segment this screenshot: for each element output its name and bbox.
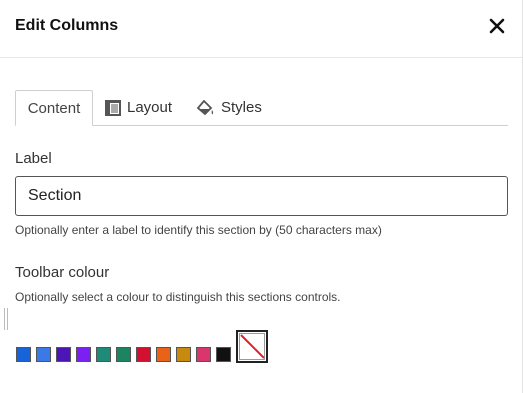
- colour-swatch[interactable]: [156, 347, 171, 362]
- colour-swatch[interactable]: [76, 347, 91, 362]
- no-colour-swatch[interactable]: [236, 330, 268, 363]
- close-button[interactable]: [486, 15, 508, 37]
- colour-swatch[interactable]: [196, 347, 211, 362]
- colour-swatch[interactable]: [56, 347, 71, 362]
- paint-bucket-icon: [197, 99, 215, 116]
- tab-styles-label: Styles: [221, 99, 262, 116]
- colour-swatch[interactable]: [176, 347, 191, 362]
- colour-swatch[interactable]: [216, 347, 231, 362]
- tab-styles[interactable]: Styles: [197, 90, 262, 125]
- edit-columns-panel: Edit Columns Content Layout Styles Label…: [0, 0, 523, 393]
- tab-content-label: Content: [27, 99, 81, 117]
- dialog-title: Edit Columns: [15, 17, 119, 34]
- dialog-header: Edit Columns: [0, 0, 522, 58]
- colour-swatch[interactable]: [16, 347, 31, 362]
- tab-bar: Content Layout Styles: [15, 90, 508, 126]
- colour-swatch[interactable]: [116, 347, 131, 362]
- label-heading: Label: [15, 150, 52, 167]
- tab-layout[interactable]: Layout: [105, 90, 172, 125]
- colour-swatch[interactable]: [96, 347, 111, 362]
- tab-layout-label: Layout: [127, 99, 173, 116]
- label-input[interactable]: [15, 176, 508, 216]
- toolbar-colour-heading: Toolbar colour: [15, 264, 110, 281]
- layout-icon: [105, 99, 121, 116]
- colour-swatch[interactable]: [136, 347, 151, 362]
- toolbar-colour-help-text: Optionally select a colour to distinguis…: [15, 290, 341, 304]
- tab-content[interactable]: Content: [15, 90, 93, 126]
- no-colour-icon: [238, 332, 266, 361]
- resize-handle[interactable]: [4, 308, 8, 330]
- label-help-text: Optionally enter a label to identify thi…: [15, 223, 382, 237]
- colour-swatch[interactable]: [36, 347, 51, 362]
- close-icon: [486, 15, 508, 37]
